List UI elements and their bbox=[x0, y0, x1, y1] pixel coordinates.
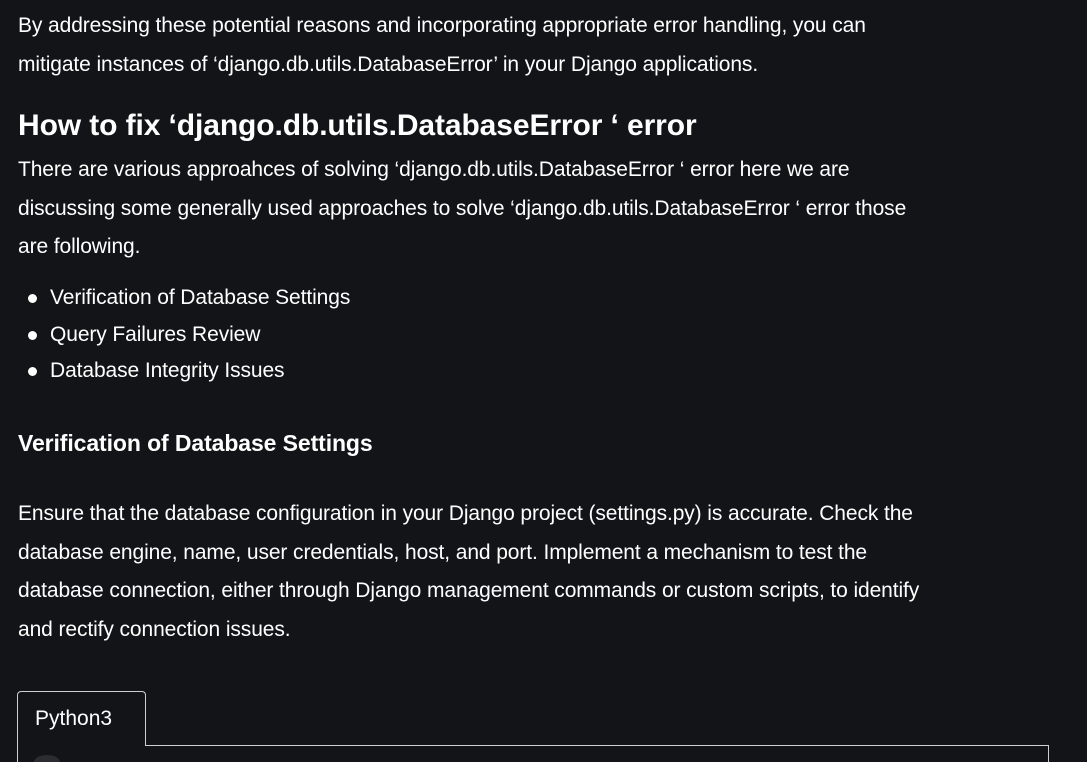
article-content: By addressing these potential reasons an… bbox=[0, 0, 1087, 762]
settings-line-2: database engine, name, user credentials,… bbox=[18, 540, 867, 564]
intro-line-2: mitigate instances of ‘django.db.utils.D… bbox=[18, 52, 759, 76]
approaches-line-2: discussing some generally used approache… bbox=[18, 196, 907, 220]
code-line-marker-icon bbox=[34, 755, 60, 762]
tab-python3[interactable]: Python3 bbox=[17, 691, 146, 746]
tab-python3-label: Python3 bbox=[35, 707, 113, 730]
subsection-heading: Verification of Database Settings bbox=[18, 430, 373, 456]
settings-line-1: Ensure that the database configuration i… bbox=[18, 502, 913, 525]
list-item: Database Integrity Issues bbox=[18, 353, 350, 390]
settings-line-3: database connection, either through Djan… bbox=[18, 579, 920, 602]
list-item-label: Verification of Database Settings bbox=[50, 286, 351, 309]
approaches-line-3: are following. bbox=[18, 235, 141, 258]
approaches-paragraph: There are various approahces of solving … bbox=[18, 151, 1058, 267]
bullet-dot-icon bbox=[28, 294, 37, 303]
list-item: Verification of Database Settings bbox=[18, 280, 350, 317]
section-heading: How to fix ‘django.db.utils.DatabaseErro… bbox=[18, 109, 697, 142]
settings-line-4: and rectify connection issues. bbox=[18, 617, 291, 641]
list-item-label: Database Integrity Issues bbox=[50, 359, 285, 382]
list-item: Query Failures Review bbox=[18, 317, 350, 354]
intro-line-1: By addressing these potential reasons an… bbox=[18, 14, 866, 37]
intro-paragraph: By addressing these potential reasons an… bbox=[18, 7, 1058, 84]
approaches-list: Verification of Database Settings Query … bbox=[18, 280, 350, 390]
code-block bbox=[17, 745, 1049, 762]
approaches-line-1: There are various approahces of solving … bbox=[18, 158, 850, 181]
settings-paragraph: Ensure that the database configuration i… bbox=[18, 495, 1058, 649]
list-item-label: Query Failures Review bbox=[50, 322, 261, 346]
tab-connector bbox=[18, 744, 145, 747]
bullet-dot-icon bbox=[28, 367, 37, 376]
bullet-dot-icon bbox=[28, 330, 37, 340]
